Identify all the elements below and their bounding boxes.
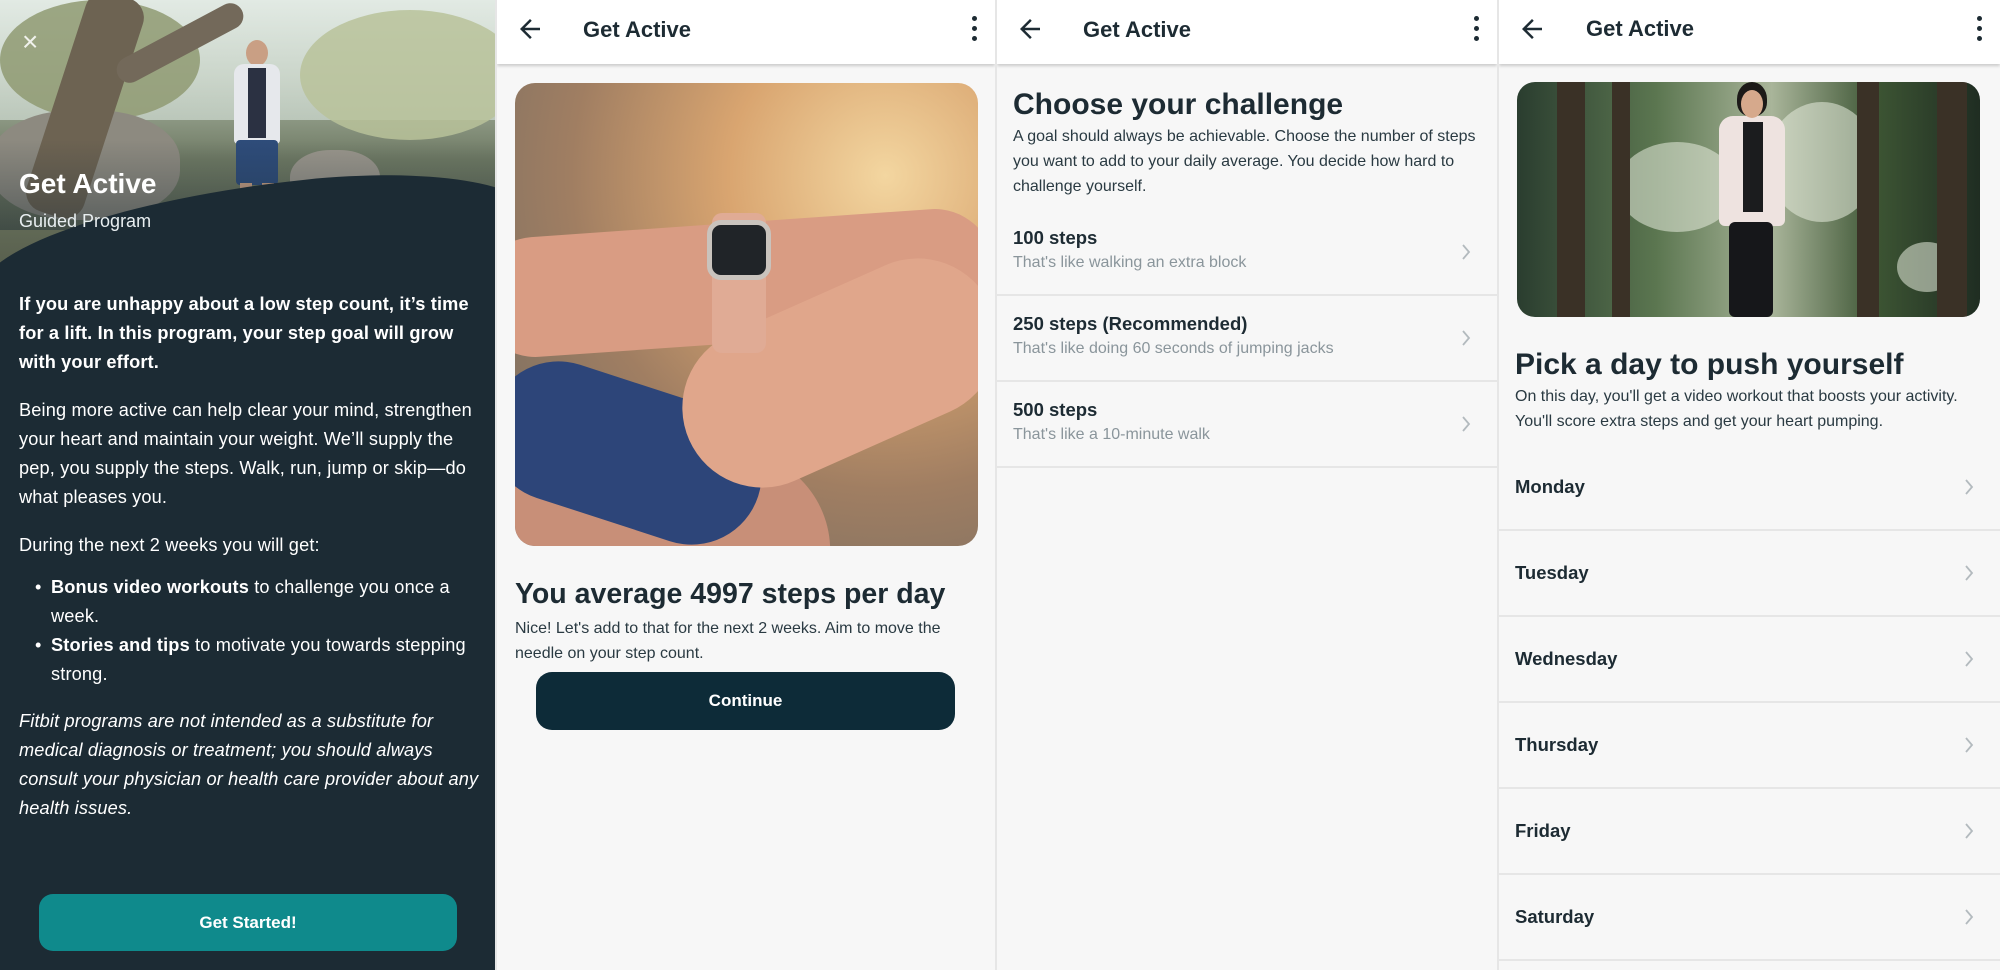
arrow-back-icon[interactable]	[515, 14, 545, 44]
day-label: Wednesday	[1515, 648, 1618, 669]
body-paragraph: Being more active can help clear your mi…	[19, 400, 472, 507]
day-option-wednesday[interactable]: Wednesday	[1499, 617, 2000, 703]
day-picker-panel: Get Active Pick a day to push yourself O…	[1499, 0, 2000, 970]
smartwatch-photo	[515, 83, 978, 546]
day-option-friday[interactable]: Friday	[1499, 789, 2000, 875]
step-average-heading: You average 4997 steps per day	[515, 578, 946, 610]
program-title: Get Active	[19, 168, 157, 199]
app-bar: Get Active	[1499, 0, 2000, 64]
arrow-back-icon[interactable]	[1015, 14, 1045, 44]
challenge-option-250[interactable]: 250 steps (Recommended) That's like doin…	[997, 296, 1497, 382]
app-bar-title: Get Active	[1083, 17, 1192, 42]
close-icon[interactable]: ×	[22, 28, 38, 56]
benefits-list: Bonus video workouts to challenge you on…	[19, 573, 481, 689]
more-vert-icon[interactable]	[1471, 16, 1481, 42]
step-average-panel: Get Active You average 4997 steps per da…	[497, 0, 995, 970]
option-title: 100 steps	[1013, 227, 1098, 248]
day-list: Monday Tuesday Wednesday Thursday Friday…	[1499, 445, 2000, 961]
list-intro: During the next 2 weeks you will get:	[19, 535, 320, 555]
lead-text: If you are unhappy about a low step coun…	[19, 294, 469, 372]
challenge-heading: Choose your challenge	[1013, 88, 1344, 121]
program-intro-panel: × Get Active Guided Program If you are u…	[0, 0, 495, 970]
continue-button[interactable]: Continue	[536, 672, 955, 730]
challenge-description: A goal should always be achievable. Choo…	[1013, 128, 1476, 195]
list-item: Stories and tips to motivate you towards…	[35, 631, 481, 689]
more-vert-icon[interactable]	[969, 16, 979, 42]
medical-disclaimer: Fitbit programs are not intended as a su…	[19, 711, 479, 818]
get-started-button[interactable]: Get Started!	[39, 894, 457, 951]
chevron-right-icon	[1462, 244, 1471, 260]
day-label: Friday	[1515, 820, 1571, 841]
watch-icon	[707, 220, 771, 280]
day-option-monday[interactable]: Monday	[1499, 445, 2000, 531]
day-label: Tuesday	[1515, 562, 1589, 583]
walking-woman-figure	[1707, 82, 1797, 317]
challenge-panel: Get Active Choose your challenge A goal …	[997, 0, 1497, 970]
option-subtitle: That's like a 10-minute walk	[1013, 426, 1210, 443]
chevron-right-icon	[1462, 330, 1471, 346]
chevron-right-icon	[1965, 651, 1974, 667]
day-label: Thursday	[1515, 734, 1599, 755]
app-bar-title: Get Active	[1586, 16, 1695, 41]
challenge-option-500[interactable]: 500 steps That's like a 10-minute walk	[997, 382, 1497, 468]
day-option-thursday[interactable]: Thursday	[1499, 703, 2000, 789]
chevron-right-icon	[1965, 479, 1974, 495]
walking-woman-photo	[1517, 82, 1980, 317]
app-bar-title: Get Active	[583, 17, 692, 42]
option-title: 250 steps (Recommended)	[1013, 313, 1248, 334]
list-item: Bonus video workouts to challenge you on…	[35, 573, 481, 631]
chevron-right-icon	[1965, 909, 1974, 925]
day-option-saturday[interactable]: Saturday	[1499, 875, 2000, 961]
app-bar: Get Active	[997, 0, 1497, 64]
arrow-back-icon[interactable]	[1517, 14, 1547, 44]
chevron-right-icon	[1965, 737, 1974, 753]
day-label: Monday	[1515, 476, 1585, 497]
option-subtitle: That's like doing 60 seconds of jumping …	[1013, 340, 1334, 357]
more-vert-icon[interactable]	[1974, 16, 1984, 42]
day-label: Saturday	[1515, 906, 1595, 927]
chevron-right-icon	[1462, 416, 1471, 432]
day-picker-description: On this day, you'll get a video workout …	[1515, 388, 1958, 430]
program-description: If you are unhappy about a low step coun…	[19, 290, 481, 842]
app-bar: Get Active	[497, 0, 995, 64]
chevron-right-icon	[1965, 823, 1974, 839]
step-average-description: Nice! Let's add to that for the next 2 w…	[515, 620, 941, 662]
challenge-options: 100 steps That's like walking an extra b…	[997, 210, 1497, 468]
chevron-right-icon	[1965, 565, 1974, 581]
challenge-option-100[interactable]: 100 steps That's like walking an extra b…	[997, 210, 1497, 296]
day-option-tuesday[interactable]: Tuesday	[1499, 531, 2000, 617]
option-title: 500 steps	[1013, 399, 1098, 420]
program-subtitle: Guided Program	[19, 211, 152, 231]
option-subtitle: That's like walking an extra block	[1013, 254, 1247, 271]
day-picker-heading: Pick a day to push yourself	[1515, 348, 1904, 381]
